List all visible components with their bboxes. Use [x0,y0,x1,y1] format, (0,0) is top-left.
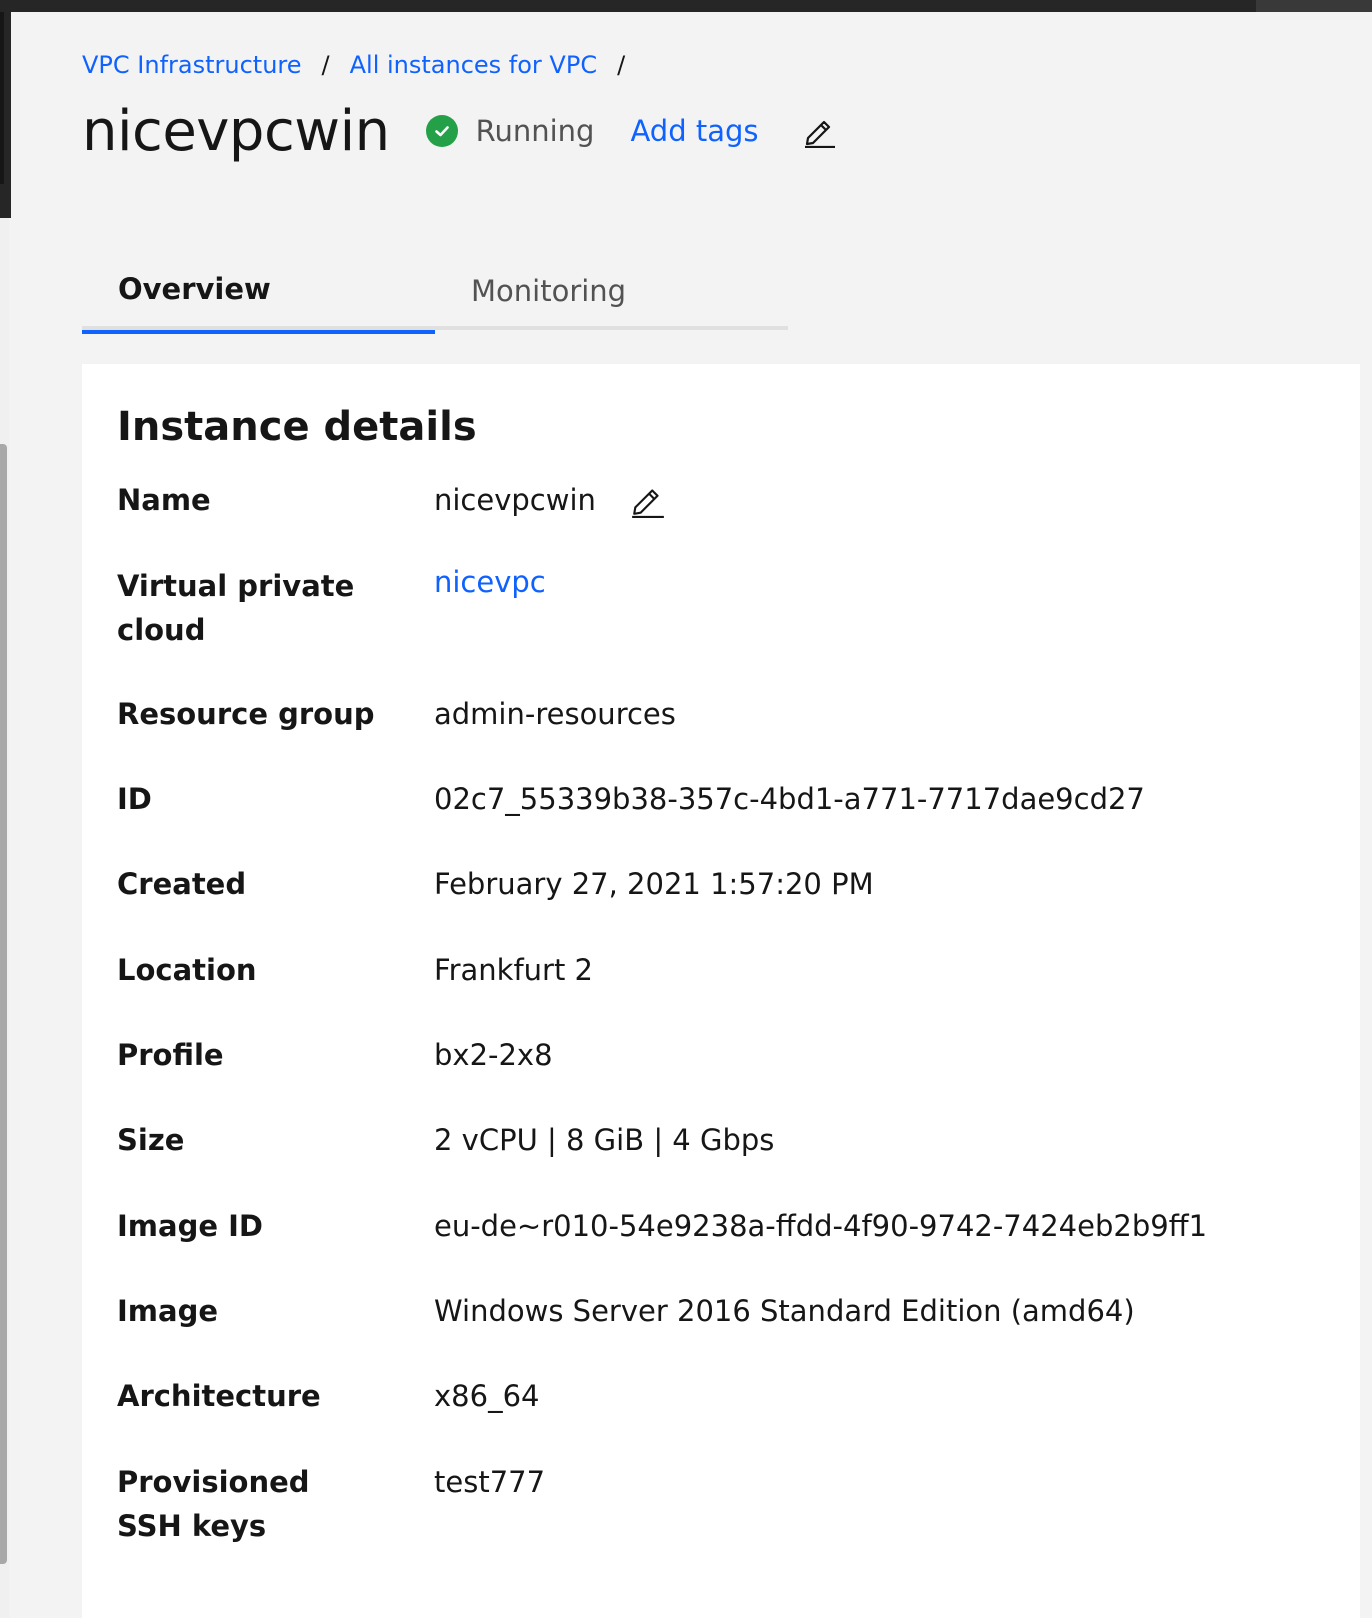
instance-name-value: nicevpcwin [434,483,596,517]
detail-value: Frankfurt 2 [434,953,593,987]
detail-value: 2 vCPU | 8 GiB | 4 Gbps [434,1123,775,1157]
detail-value: eu-de~r010-54e9238a-ffdd-4f90-9742-7424e… [434,1209,1208,1243]
tab-monitoring[interactable]: Monitoring [435,252,788,330]
breadcrumb-link-all-instances[interactable]: All instances for VPC [350,51,597,79]
detail-value: bx2-2x8 [434,1038,553,1072]
detail-value: admin-resources [434,697,676,731]
detail-value: Windows Server 2016 Standard Edition (am… [434,1294,1135,1328]
detail-value: nicevpc [434,560,546,604]
tab-overview[interactable]: Overview [82,252,435,334]
side-panel-edge [0,12,11,218]
edit-pencil-icon[interactable] [803,114,837,149]
detail-value: x86_64 [434,1379,540,1413]
card-title: Instance details [117,404,477,450]
breadcrumb-separator: / [617,51,626,79]
page-title: nicevpcwin [82,98,390,164]
detail-label: Image ID [117,1209,263,1243]
page-header: nicevpcwin Running Add tags [82,96,837,166]
instance-details-card: Instance details Name nicevpcwin Virtual… [82,364,1360,1618]
detail-label: Size [117,1123,185,1157]
detail-label: Location [117,953,257,987]
detail-label: Architecture [117,1379,321,1413]
detail-label: Image [117,1294,219,1328]
detail-value: February 27, 2021 1:57:20 PM [434,867,874,901]
top-nav-bar-section [1256,0,1372,12]
detail-value: nicevpcwin [434,478,666,522]
detail-label: ID [117,782,152,816]
detail-value: 02c7_55339b38-357c-4bd1-a771-7717dae9cd2… [434,782,1145,816]
side-scrollbar-thumb[interactable] [0,444,7,1564]
side-scrollbar-track[interactable] [0,218,9,1618]
detail-label: Resource group [117,697,375,731]
top-nav-bar [0,0,1372,12]
breadcrumb-separator: / [321,51,330,79]
tab-list: Overview Monitoring [82,252,788,334]
detail-value: test777 [434,1465,546,1499]
detail-label: Virtual private cloud [117,569,355,647]
checkmark-filled-icon [425,115,458,147]
breadcrumb: VPC Infrastructure / All instances for V… [82,48,645,82]
vpc-link[interactable]: nicevpc [434,560,546,604]
status-badge: Running [475,114,595,148]
detail-label: Created [117,867,247,901]
detail-label: Name [117,483,211,517]
detail-label: Profile [117,1038,224,1072]
add-tags-link[interactable]: Add tags [630,114,758,148]
breadcrumb-link-vpc-infrastructure[interactable]: VPC Infrastructure [82,51,302,79]
detail-label: Provisioned SSH keys [117,1465,310,1543]
edit-pencil-icon[interactable] [630,482,666,518]
